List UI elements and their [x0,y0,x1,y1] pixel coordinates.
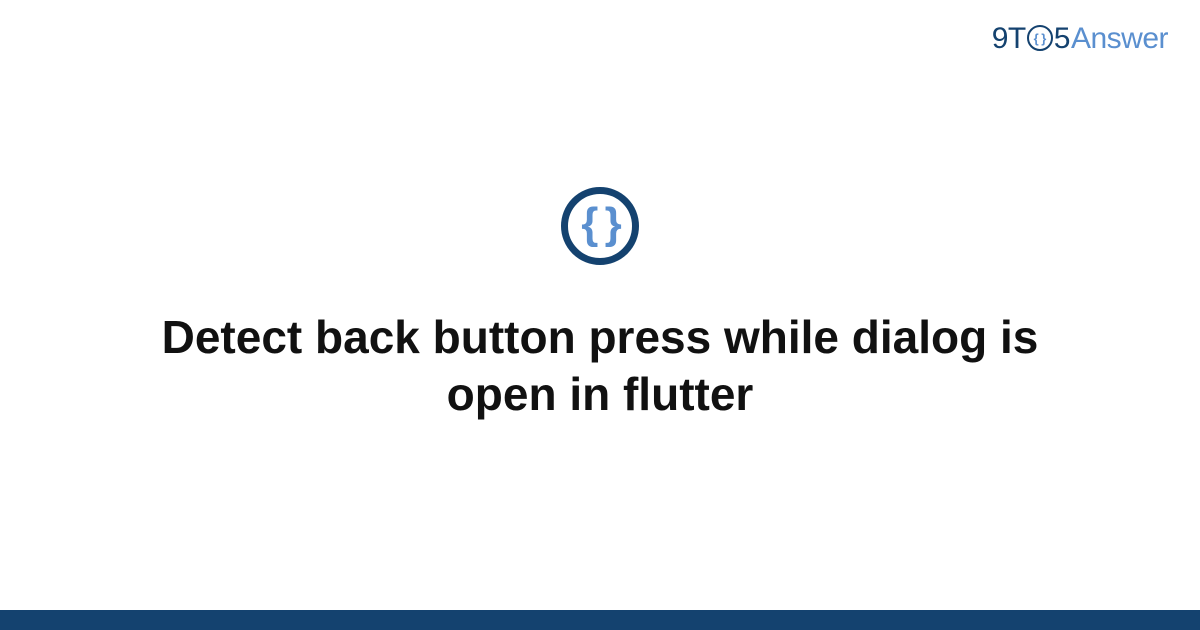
page-title: Detect back button press while dialog is… [140,309,1060,424]
footer-bar [0,610,1200,630]
topic-icon-circle: { } [561,187,639,265]
code-braces-icon: { } [581,202,618,246]
main-content: { } Detect back button press while dialo… [0,0,1200,610]
